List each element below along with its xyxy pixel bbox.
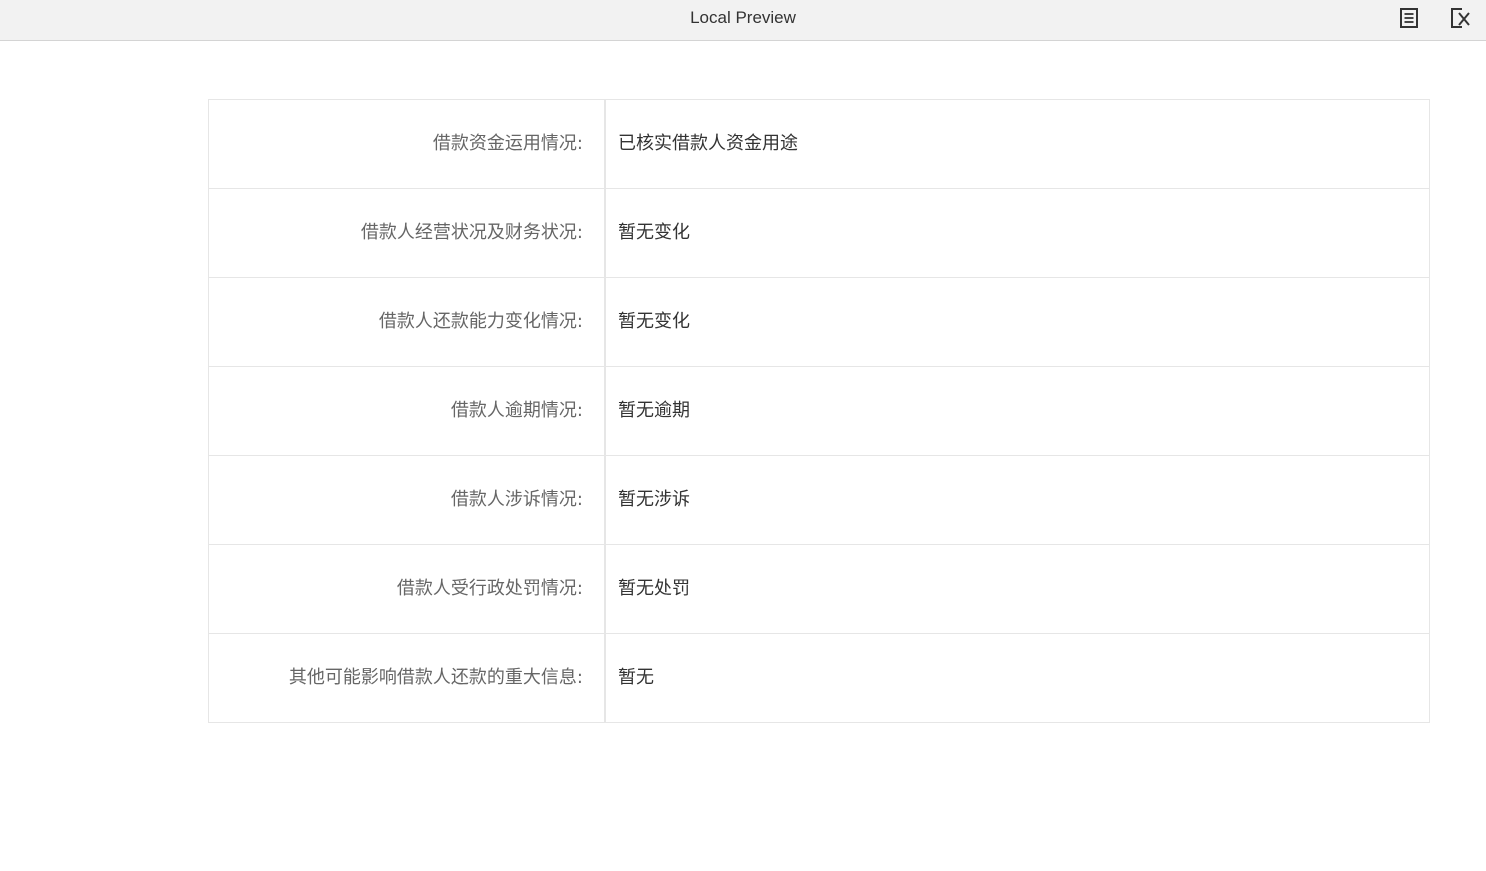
row-label: 借款人经营状况及财务状况: xyxy=(209,189,606,277)
row-value: 暂无处罚 xyxy=(618,578,690,599)
row-label: 其他可能影响借款人还款的重大信息: xyxy=(209,634,606,722)
row-label: 借款人还款能力变化情况: xyxy=(209,278,606,366)
table-row: 借款人逾期情况: 暂无逾期 xyxy=(209,367,1429,456)
table-row: 借款人受行政处罚情况: 暂无处罚 xyxy=(209,545,1429,634)
table-row: 借款人经营状况及财务状况: 暂无变化 xyxy=(209,189,1429,278)
close-icon[interactable] xyxy=(1448,6,1472,30)
row-value: 暂无变化 xyxy=(618,222,690,243)
row-label: 借款人逾期情况: xyxy=(209,367,606,455)
window-titlebar: Local Preview xyxy=(0,0,1486,41)
row-label: 借款人涉诉情况: xyxy=(209,456,606,544)
window-title: Local Preview xyxy=(690,8,796,27)
row-value: 已核实借款人资金用途 xyxy=(618,133,798,154)
table-row: 其他可能影响借款人还款的重大信息: 暂无 xyxy=(209,634,1429,722)
row-label: 借款资金运用情况: xyxy=(209,100,606,188)
row-value: 暂无变化 xyxy=(618,311,690,332)
row-value: 暂无逾期 xyxy=(618,400,690,421)
table-row: 借款人涉诉情况: 暂无涉诉 xyxy=(209,456,1429,545)
row-label: 借款人受行政处罚情况: xyxy=(209,545,606,633)
table-row: 借款人还款能力变化情况: 暂无变化 xyxy=(209,278,1429,367)
info-table: 借款资金运用情况: 已核实借款人资金用途 借款人经营状况及财务状况: 暂无变化 … xyxy=(208,99,1430,723)
row-value: 暂无 xyxy=(618,667,654,688)
table-row: 借款资金运用情况: 已核实借款人资金用途 xyxy=(209,100,1429,189)
list-icon[interactable] xyxy=(1397,6,1421,30)
row-value: 暂无涉诉 xyxy=(618,489,690,510)
